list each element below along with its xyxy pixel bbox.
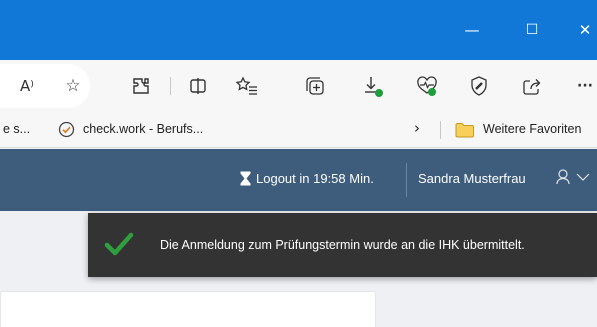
performance-badge	[428, 88, 436, 96]
extensions-icon[interactable]	[128, 74, 154, 98]
favorites-list-icon[interactable]	[234, 74, 260, 98]
checkmark-icon	[104, 231, 134, 262]
logout-timer[interactable]: Logout in 19:58 Min.	[256, 171, 374, 186]
favorites-bar: e s... check.work - Berufs... › Weitere …	[0, 112, 597, 148]
close-button[interactable]: ✕	[568, 14, 597, 46]
hourglass-icon	[240, 171, 251, 191]
maximize-button[interactable]: ☐	[515, 14, 549, 46]
user-name[interactable]: Sandra Musterfrau	[418, 171, 526, 186]
toast-message: Die Anmeldung zum Prüfungstermin wurde a…	[160, 238, 525, 252]
read-aloud-icon[interactable]: A⁾	[14, 74, 40, 98]
favorites-divider	[440, 121, 441, 139]
toolbar-divider	[170, 77, 171, 95]
favorites-overflow-chevron-icon[interactable]: ›	[414, 119, 420, 137]
browser-toolbar: A⁾ ☆ ···	[0, 60, 597, 112]
content-card	[0, 291, 376, 327]
share-icon[interactable]	[519, 74, 545, 98]
folder-icon	[455, 122, 474, 141]
favorite-item-checkwork[interactable]: check.work - Berufs...	[83, 122, 203, 136]
app-header: Logout in 19:58 Min. Sandra Musterfrau	[0, 149, 597, 211]
check-circle-icon	[58, 121, 75, 141]
success-toast[interactable]: Die Anmeldung zum Prüfungstermin wurde a…	[88, 213, 597, 277]
user-menu-icon[interactable]	[556, 168, 594, 190]
favorite-star-icon[interactable]: ☆	[60, 74, 86, 98]
split-screen-icon[interactable]	[185, 74, 211, 98]
window-titlebar: — ☐ ✕	[0, 0, 597, 60]
download-complete-badge	[375, 89, 383, 97]
performance-icon[interactable]	[414, 74, 440, 98]
minimize-button[interactable]: —	[455, 14, 489, 46]
header-divider	[406, 163, 407, 197]
more-icon[interactable]: ···	[572, 74, 597, 98]
browser-essentials-icon[interactable]	[466, 74, 492, 98]
collections-icon[interactable]	[302, 74, 328, 98]
other-favorites-folder[interactable]: Weitere Favoriten	[483, 122, 581, 136]
favorite-item[interactable]: e s...	[3, 122, 30, 136]
